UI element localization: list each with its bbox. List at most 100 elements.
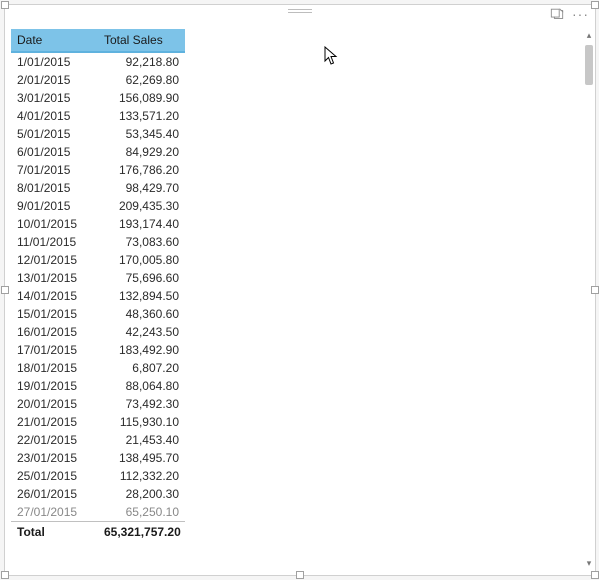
cell-total-sales: 28,200.30 — [98, 485, 185, 503]
resize-handle-mid-bottom[interactable] — [296, 571, 304, 579]
cell-date: 19/01/2015 — [11, 377, 98, 395]
table-row[interactable]: 3/01/2015156,089.90 — [11, 89, 185, 107]
cell-date: 26/01/2015 — [11, 485, 98, 503]
cell-date: 3/01/2015 — [11, 89, 98, 107]
cell-date: 6/01/2015 — [11, 143, 98, 161]
cell-date: 21/01/2015 — [11, 413, 98, 431]
scroll-down-icon[interactable]: ▾ — [584, 557, 594, 569]
cell-total-sales: 73,083.60 — [98, 233, 185, 251]
table-row[interactable]: 9/01/2015209,435.30 — [11, 197, 185, 215]
table-row[interactable]: 11/01/201573,083.60 — [11, 233, 185, 251]
cell-total-sales: 88,064.80 — [98, 377, 185, 395]
table-row[interactable]: 10/01/2015193,174.40 — [11, 215, 185, 233]
resize-handle-mid-left[interactable] — [1, 286, 9, 294]
table-row[interactable]: 19/01/201588,064.80 — [11, 377, 185, 395]
table-row[interactable]: 18/01/20156,807.20 — [11, 359, 185, 377]
table-scroll-region: Date Total Sales 1/01/201592,218.802/01/… — [11, 29, 583, 569]
cell-date: 8/01/2015 — [11, 179, 98, 197]
cell-date: 9/01/2015 — [11, 197, 98, 215]
table-row[interactable]: 2/01/201562,269.80 — [11, 71, 185, 89]
table-visual-container: ··· Date Total Sales 1/01/201592,218.802… — [4, 4, 596, 576]
column-header-date[interactable]: Date — [11, 29, 98, 52]
table-body: 1/01/201592,218.802/01/201562,269.803/01… — [11, 53, 380, 521]
cell-date: 5/01/2015 — [11, 125, 98, 143]
table-row[interactable]: 21/01/2015115,930.10 — [11, 413, 185, 431]
cell-date: 23/01/2015 — [11, 449, 98, 467]
cell-total-sales: 170,005.80 — [98, 251, 185, 269]
cell-date: 13/01/2015 — [11, 269, 98, 287]
table-row[interactable]: 23/01/2015138,495.70 — [11, 449, 185, 467]
more-options-icon[interactable]: ··· — [572, 7, 589, 21]
table-row[interactable]: 16/01/201542,243.50 — [11, 323, 185, 341]
cell-date: 18/01/2015 — [11, 359, 98, 377]
data-table: Date Total Sales 1/01/201592,218.802/01/… — [11, 29, 583, 542]
table-header-row: Date Total Sales — [11, 29, 185, 52]
cell-total-sales: 115,930.10 — [98, 413, 185, 431]
cell-date: 7/01/2015 — [11, 161, 98, 179]
cell-total-sales: 92,218.80 — [98, 53, 185, 71]
cell-total-sales: 183,492.90 — [98, 341, 185, 359]
table-row[interactable]: 7/01/2015176,786.20 — [11, 161, 185, 179]
resize-handle-top-right[interactable] — [591, 1, 599, 9]
table-row[interactable]: 12/01/2015170,005.80 — [11, 251, 185, 269]
table-row[interactable]: 1/01/201592,218.80 — [11, 53, 185, 71]
cell-date: 1/01/2015 — [11, 53, 98, 71]
cell-total-sales: 84,929.20 — [98, 143, 185, 161]
cell-date: 12/01/2015 — [11, 251, 98, 269]
table-row[interactable]: 26/01/201528,200.30 — [11, 485, 185, 503]
cell-date: 2/01/2015 — [11, 71, 98, 89]
table-row[interactable]: 27/01/201565,250.10 — [11, 503, 185, 521]
scroll-track[interactable] — [584, 41, 594, 557]
cell-date: 14/01/2015 — [11, 287, 98, 305]
cell-date: 20/01/2015 — [11, 395, 98, 413]
resize-handle-bottom-left[interactable] — [1, 571, 9, 579]
cell-total-sales: 62,269.80 — [98, 71, 185, 89]
cell-total-sales: 21,453.40 — [98, 431, 185, 449]
total-label: Total — [11, 522, 98, 543]
table-row[interactable]: 17/01/2015183,492.90 — [11, 341, 185, 359]
table-row[interactable]: 6/01/201584,929.20 — [11, 143, 185, 161]
column-header-total-sales[interactable]: Total Sales — [98, 29, 185, 52]
table-row[interactable]: 8/01/201598,429.70 — [11, 179, 185, 197]
drag-grip-icon[interactable] — [288, 9, 312, 15]
table-row[interactable]: 14/01/2015132,894.50 — [11, 287, 185, 305]
resize-handle-bottom-right[interactable] — [591, 571, 599, 579]
vertical-scrollbar[interactable]: ▴ ▾ — [584, 29, 594, 569]
table-row[interactable]: 4/01/2015133,571.20 — [11, 107, 185, 125]
cell-date: 22/01/2015 — [11, 431, 98, 449]
cell-total-sales: 138,495.70 — [98, 449, 185, 467]
visual-header-actions: ··· — [550, 7, 589, 21]
cell-total-sales: 156,089.90 — [98, 89, 185, 107]
scroll-up-icon[interactable]: ▴ — [584, 29, 594, 41]
cell-total-sales: 133,571.20 — [98, 107, 185, 125]
cell-total-sales: 6,807.20 — [98, 359, 185, 377]
cell-date: 16/01/2015 — [11, 323, 98, 341]
scroll-thumb[interactable] — [585, 45, 593, 85]
cell-total-sales: 98,429.70 — [98, 179, 185, 197]
cell-date: 25/01/2015 — [11, 467, 98, 485]
table-row[interactable]: 13/01/201575,696.60 — [11, 269, 185, 287]
cell-date: 15/01/2015 — [11, 305, 98, 323]
cell-date: 4/01/2015 — [11, 107, 98, 125]
table-row[interactable]: 25/01/2015112,332.20 — [11, 467, 185, 485]
cell-total-sales: 209,435.30 — [98, 197, 185, 215]
cell-total-sales: 176,786.20 — [98, 161, 185, 179]
cell-total-sales: 75,696.60 — [98, 269, 185, 287]
cell-date: 10/01/2015 — [11, 215, 98, 233]
total-value: 65,321,757.20 — [98, 522, 185, 543]
cell-date: 17/01/2015 — [11, 341, 98, 359]
table-total-row: Total 65,321,757.20 — [11, 522, 185, 543]
cell-total-sales: 193,174.40 — [98, 215, 185, 233]
cell-total-sales: 112,332.20 — [98, 467, 185, 485]
cell-date: 27/01/2015 — [11, 503, 98, 521]
cell-total-sales: 65,250.10 — [98, 503, 185, 521]
table-row[interactable]: 22/01/201521,453.40 — [11, 431, 185, 449]
cell-total-sales: 73,492.30 — [98, 395, 185, 413]
table-row[interactable]: 20/01/201573,492.30 — [11, 395, 185, 413]
table-row[interactable]: 15/01/201548,360.60 — [11, 305, 185, 323]
focus-mode-icon[interactable] — [550, 7, 564, 21]
cell-total-sales: 48,360.60 — [98, 305, 185, 323]
resize-handle-top-left[interactable] — [1, 1, 9, 9]
cell-total-sales: 42,243.50 — [98, 323, 185, 341]
table-row[interactable]: 5/01/201553,345.40 — [11, 125, 185, 143]
